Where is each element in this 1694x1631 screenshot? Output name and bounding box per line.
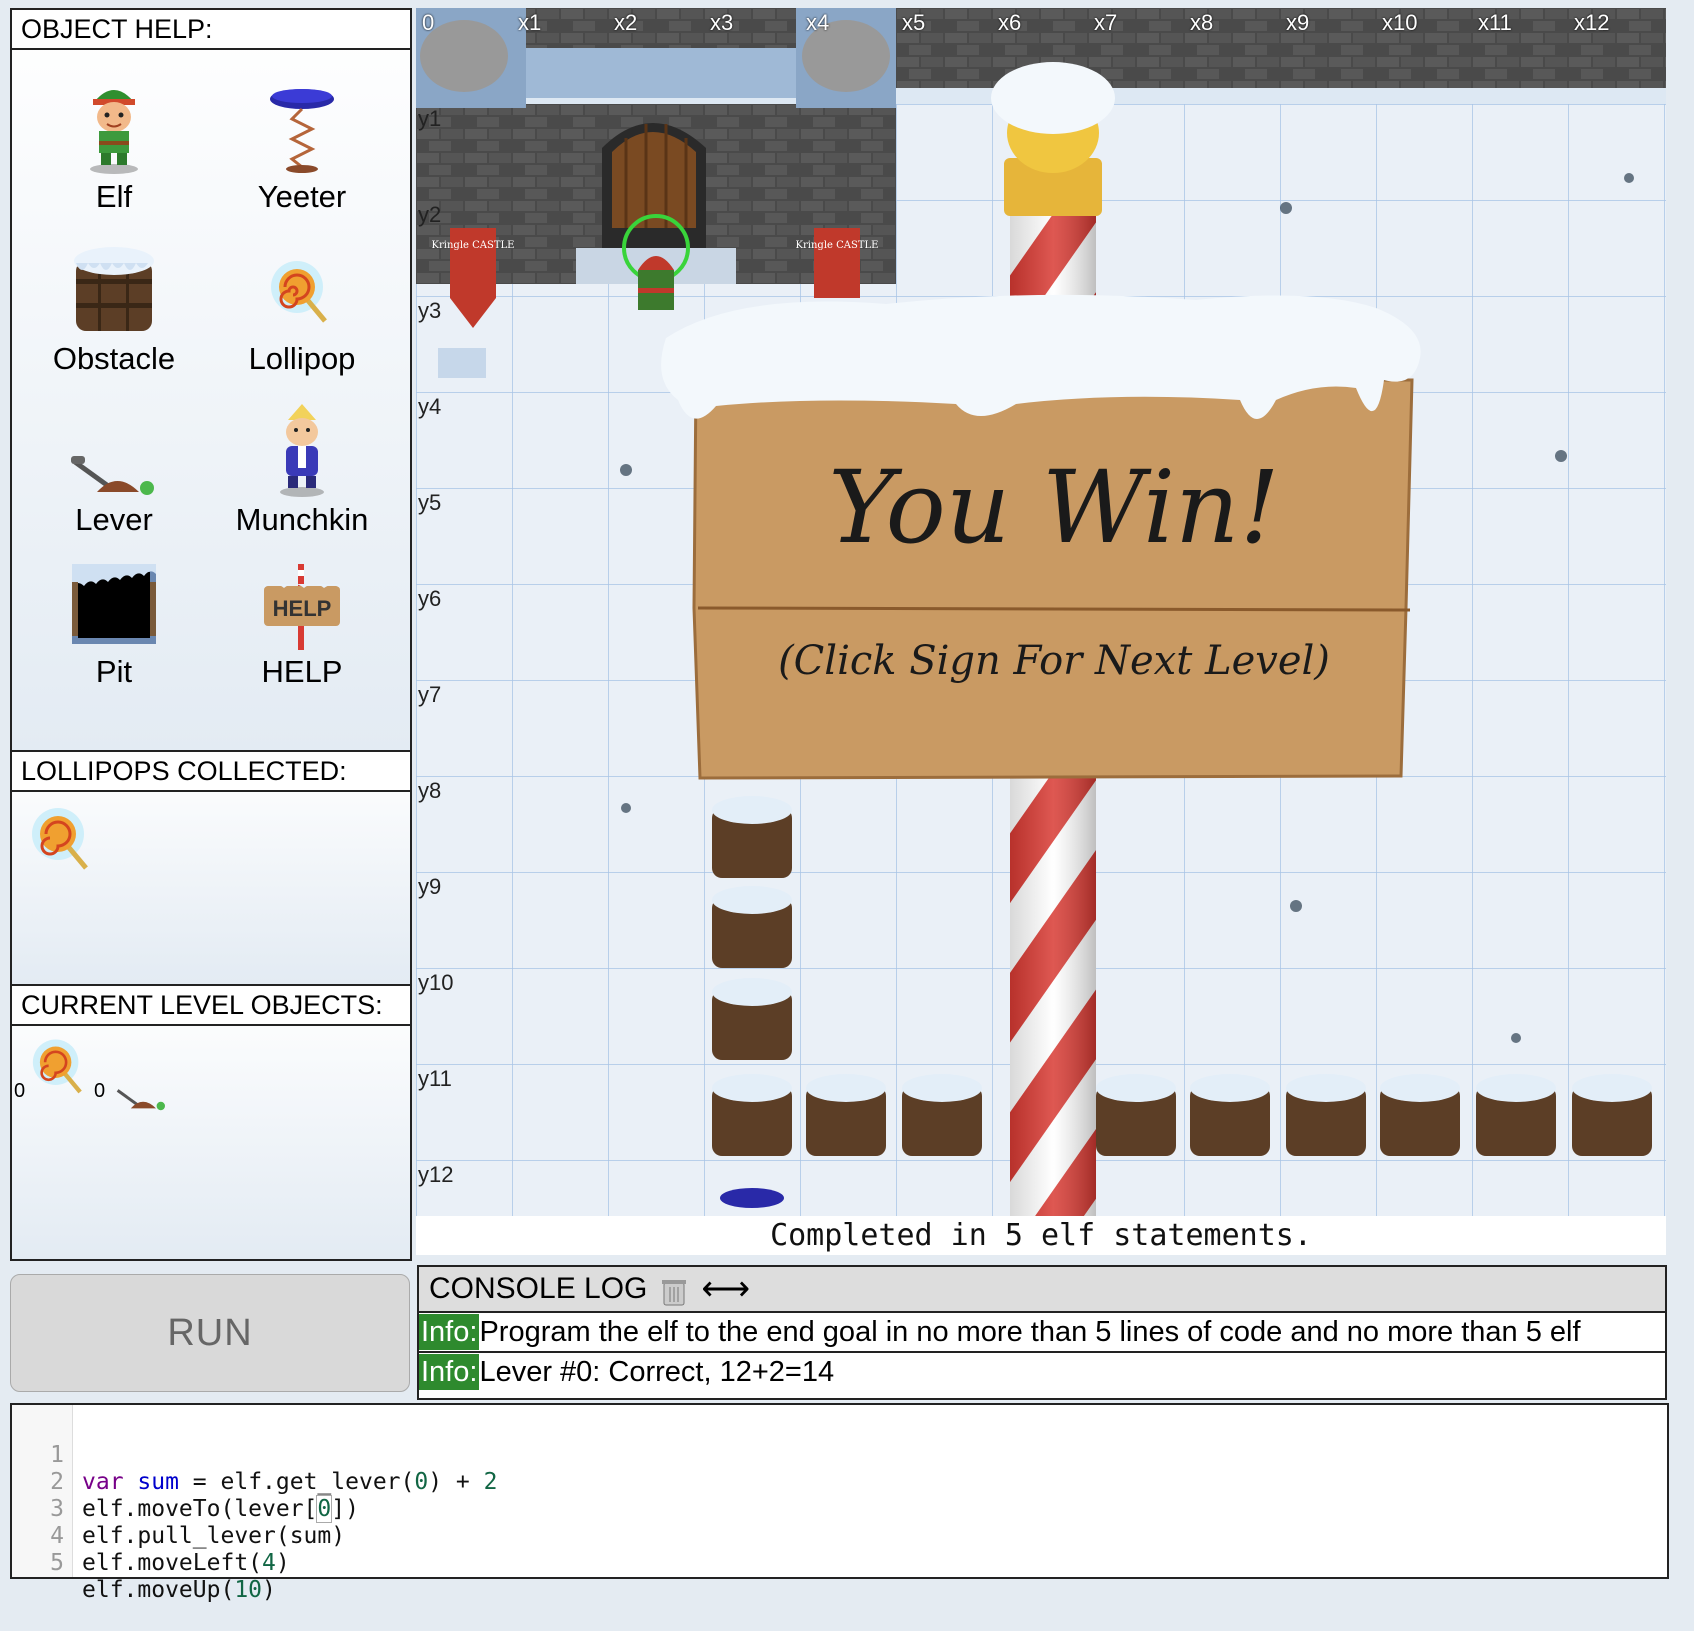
help-item-lever[interactable]: Lever	[29, 388, 199, 538]
trash-icon[interactable]	[661, 1274, 687, 1306]
obstacle-icon	[29, 227, 199, 337]
y-label: y7	[418, 682, 442, 707]
yeeter-sprite	[720, 1188, 784, 1208]
lollipops-collected-title: LOLLIPOPS COLLECTED:	[12, 752, 410, 792]
help-item-elf[interactable]: Elf	[29, 65, 199, 215]
code-line-3[interactable]: 3 elf.pull_lever(sum)	[12, 1469, 1667, 1549]
lever-icon	[29, 388, 199, 498]
code-text: )	[275, 1550, 290, 1576]
code-text: )	[262, 1577, 276, 1603]
y-label: y11	[418, 1066, 452, 1091]
help-sign-icon: HELP	[217, 540, 387, 650]
completion-status: Completed in 5 elf statements.	[770, 1218, 1312, 1253]
console-line-text: Lever #0: Correct, 12+2=14	[479, 1355, 835, 1388]
help-item-obstacle[interactable]: Obstacle	[29, 227, 199, 377]
y-label: y8	[418, 778, 442, 803]
x-label: x10	[1382, 10, 1418, 35]
console-header: CONSOLE LOG ⟷	[419, 1267, 1665, 1313]
y-label: y4	[418, 394, 442, 419]
x-label: x3	[710, 10, 734, 35]
pit-icon	[29, 540, 199, 650]
level-lever-icon[interactable]	[106, 1082, 176, 1117]
win-title[interactable]: You Win!	[696, 448, 1412, 568]
x-label: x5	[902, 10, 926, 35]
console-title: CONSOLE LOG	[429, 1272, 648, 1305]
y-label: y3	[418, 298, 442, 323]
game-scene: Kringle CASTLE Kringle CASTLE	[416, 8, 1666, 1255]
code-text: elf.moveUp(	[82, 1577, 235, 1603]
help-item-label: Obstacle	[52, 341, 176, 376]
munchkin-icon	[217, 388, 387, 498]
x-label: x8	[1190, 10, 1214, 35]
y-label: y1	[418, 106, 442, 131]
number-literal: 10	[234, 1577, 263, 1603]
run-button[interactable]: RUN	[10, 1274, 410, 1392]
x-label: x11	[1478, 10, 1512, 35]
win-subtitle[interactable]: (Click Sign For Next Level)	[696, 638, 1412, 684]
x-label: x12	[1574, 10, 1610, 35]
castle-banner-left: Kringle CASTLE	[432, 240, 515, 251]
x-label: x9	[1286, 10, 1310, 35]
line-number: 5	[50, 1550, 64, 1576]
console-line: Info: Lever #0: Correct, 12+2=14	[419, 1353, 1665, 1391]
y-label: y5	[418, 490, 442, 515]
help-item-label: Elf	[95, 179, 133, 214]
help-item-pit[interactable]: Pit	[29, 540, 199, 690]
yeeter-icon	[217, 65, 387, 175]
game-board[interactable]: Kringle CASTLE Kringle CASTLE 0 x1 x2 x3…	[416, 8, 1666, 1255]
console-line-tag: Info:	[419, 1354, 480, 1390]
code-line-4[interactable]: 4 elf.moveLeft(4)	[12, 1496, 1667, 1576]
y-label: y2	[418, 202, 442, 227]
current-level-objects-panel: CURRENT LEVEL OBJECTS: 0 0	[10, 984, 412, 1261]
console-log-panel: CONSOLE LOG ⟷ Info: Program the elf to t…	[417, 1265, 1667, 1400]
code-text: elf.moveLeft(	[82, 1550, 263, 1576]
code-line-5[interactable]: 5 elf.moveUp(10)	[12, 1523, 1667, 1603]
code-line-2[interactable]: 2 elf.moveTo(lever[0])	[12, 1442, 1667, 1523]
help-item-label: Pit	[95, 654, 133, 689]
help-item-label: Lollipop	[248, 341, 356, 376]
level-lollipop-index: 0	[14, 1080, 26, 1102]
y-label: y10	[418, 970, 454, 995]
console-line-text: Program the elf to the end goal in no mo…	[479, 1315, 1581, 1348]
collected-lollipop-icon	[28, 804, 98, 889]
object-help-panel: OBJECT HELP: Elf Yeeter Obstacle Lollipo…	[10, 8, 412, 753]
lollipops-collected-panel: LOLLIPOPS COLLECTED:	[10, 750, 412, 986]
level-lollipop-icon[interactable]	[28, 1036, 92, 1111]
y-label: y12	[418, 1162, 454, 1187]
x-label: x4	[806, 10, 830, 35]
x-label: x2	[614, 10, 638, 35]
resize-arrows-icon[interactable]: ⟷	[701, 1265, 750, 1313]
x-label: x7	[1094, 10, 1118, 35]
help-item-label: HELP	[261, 654, 343, 689]
object-help-title: OBJECT HELP:	[12, 10, 410, 50]
x-label: 0	[422, 10, 435, 35]
help-item-yeeter[interactable]: Yeeter	[217, 65, 387, 215]
castle-banner-right: Kringle CASTLE	[796, 240, 879, 251]
lollipop-icon	[217, 227, 387, 337]
y-label: y6	[418, 586, 442, 611]
code-line-1[interactable]: 1 var sum = elf.get_lever(0) + 2	[12, 1415, 1667, 1495]
console-line: Info: Program the elf to the end goal in…	[419, 1313, 1665, 1353]
help-item-label: Yeeter	[257, 179, 347, 214]
console-line-tag: Info:	[419, 1314, 480, 1350]
elf-icon	[29, 65, 199, 175]
help-item-munchkin[interactable]: Munchkin	[217, 388, 387, 538]
current-level-objects-title: CURRENT LEVEL OBJECTS:	[12, 986, 410, 1026]
help-item-label: Lever	[75, 502, 153, 537]
help-sign-text: HELP	[273, 596, 332, 621]
level-lever-index: 0	[94, 1080, 106, 1102]
help-item-help[interactable]: HELP HELP	[217, 540, 387, 690]
help-item-lollipop[interactable]: Lollipop	[217, 227, 387, 377]
number-literal: 4	[262, 1550, 276, 1576]
help-item-label: Munchkin	[235, 502, 369, 537]
x-label: x1	[518, 10, 542, 35]
x-label: x6	[998, 10, 1022, 35]
code-editor[interactable]: 1 var sum = elf.get_lever(0) + 2 2 elf.m…	[10, 1403, 1669, 1603]
y-label: y9	[418, 874, 442, 899]
